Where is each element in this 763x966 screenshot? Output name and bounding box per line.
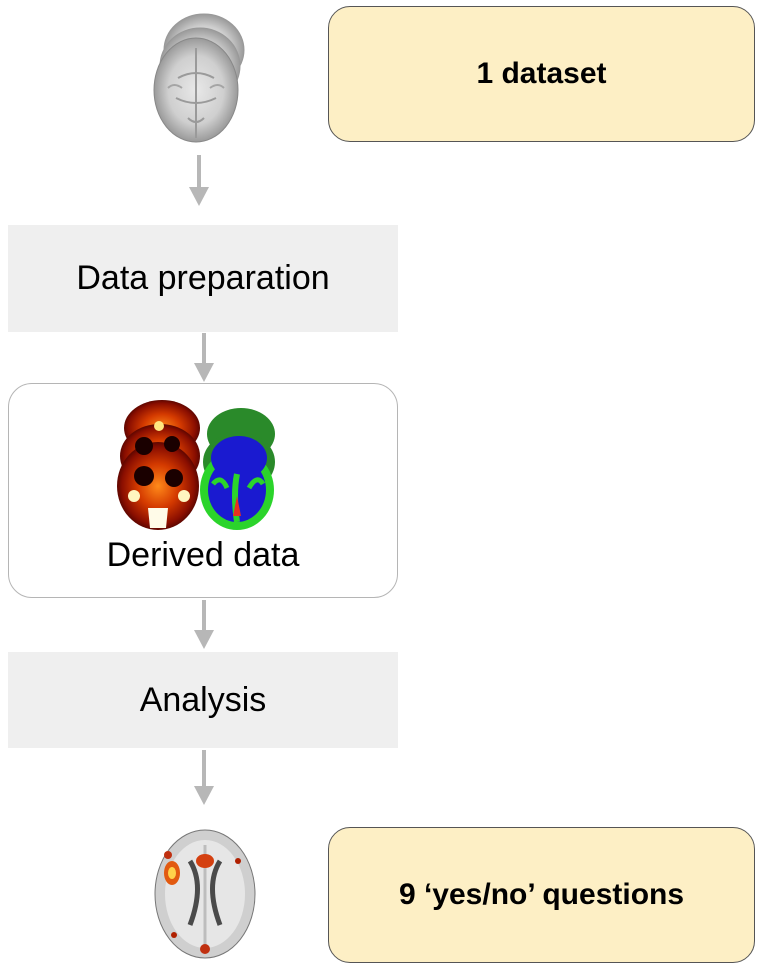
step-derived-data: Derived data — [8, 383, 398, 598]
tissue-map-brain-image — [199, 404, 279, 532]
step-analysis-label: Analysis — [139, 680, 267, 719]
step-analysis: Analysis — [8, 652, 398, 748]
note-questions-count: 9 ‘yes/no’ questions — [328, 827, 755, 963]
flow-arrow-4 — [193, 750, 215, 806]
flow-arrow-3 — [193, 600, 215, 650]
step-derived-data-label: Derived data — [106, 536, 300, 574]
raw-brain-scans-image — [148, 8, 248, 148]
result-brain-image — [150, 825, 260, 963]
step-data-preparation-label: Data preparation — [76, 259, 330, 297]
heatmap-brain-image — [114, 396, 204, 532]
note-questions-count-text: 9 ‘yes/no’ questions — [398, 878, 685, 911]
note-dataset-count-text: 1 dataset — [476, 57, 607, 90]
flow-arrow-2 — [193, 333, 215, 383]
flow-arrow-1 — [188, 155, 210, 207]
note-dataset-count: 1 dataset — [328, 6, 755, 142]
step-data-preparation: Data preparation — [8, 225, 398, 332]
